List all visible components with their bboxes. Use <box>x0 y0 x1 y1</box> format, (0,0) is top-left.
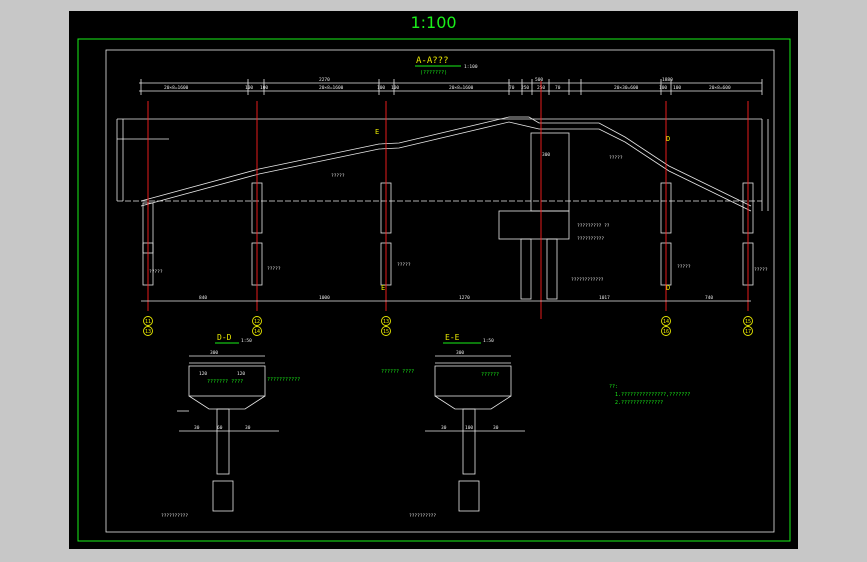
callout-5: ????????? ?? <box>577 223 610 229</box>
callout-7: ???????????? <box>571 277 604 283</box>
axis-label-top-0: 11 <box>145 319 151 325</box>
callout-6: ?????????? <box>577 236 604 242</box>
section-mark-d-top: D <box>666 135 670 143</box>
dd-callout-2: ?????????? <box>161 513 188 519</box>
dd-dim-3: 30 <box>194 425 200 431</box>
sub-dim-12: 100 <box>659 85 667 91</box>
callout-3: ????? <box>397 262 411 268</box>
dd-callout-1: ??????????? <box>267 377 300 383</box>
bottom-dim-0: 840 <box>199 295 207 301</box>
section-dd-drawing: 300 120 120 30 60 30 ??????? ???? ??????… <box>161 350 300 519</box>
roof-top-line <box>140 116 752 207</box>
axis-label-bot-0: 13 <box>145 329 151 335</box>
ee-dim-2: 100 <box>465 425 473 431</box>
sub-dim-3: 20×8=1600 <box>319 85 344 91</box>
dd-dim-0: 300 <box>210 350 218 356</box>
ee-callout-0: ?????? ???? <box>381 369 414 375</box>
callout-8: ????? <box>754 267 768 273</box>
section-aa-title: A-A??? <box>416 56 449 66</box>
central-pier <box>530 132 570 212</box>
section-dd-title: D-D <box>217 333 232 342</box>
bottom-dim-3: 1017 <box>599 295 610 301</box>
notes-line1: 1.???????????????,??????? <box>615 392 690 398</box>
dd-dim-1: 120 <box>199 371 207 377</box>
bottom-dimension-group: 840 1000 1270 1017 740 <box>199 295 713 301</box>
ee-callout-1: ?????? <box>481 372 499 378</box>
dd-dim-4: 60 <box>217 425 223 431</box>
section-mark-d-bot: D <box>666 284 670 292</box>
dd-dim-2: 120 <box>237 371 245 377</box>
dd-dim-5: 30 <box>245 425 251 431</box>
section-aa-subtitle: (???????) <box>420 70 447 76</box>
dim-top-2: 1880 <box>662 77 673 83</box>
sub-dim-14: 20×8=600 <box>709 85 731 91</box>
dd-callout-0: ??????? ???? <box>207 379 243 385</box>
axis-label-top-4: 15 <box>745 319 751 325</box>
sub-dim-6: 20×8=1600 <box>449 85 474 91</box>
axis-label-top-3: 14 <box>663 319 669 325</box>
axis-label-bot-1: 14 <box>254 329 260 335</box>
callout-2: ????? <box>267 266 281 272</box>
sub-dim-11: 20×30=600 <box>614 85 639 91</box>
sub-dimension-group: 20×8=1600 100 100 20×8=1600 100 100 20×8=1600 7… <box>164 85 731 91</box>
sub-dim-13: 100 <box>673 85 681 91</box>
ee-dim-1: 30 <box>441 425 447 431</box>
axis-label-top-1: 12 <box>254 319 260 325</box>
bottom-dim-2: 1270 <box>459 295 470 301</box>
section-ee-drawing: 300 30 100 30 ?????? ???? ?????? ???????… <box>381 350 525 519</box>
outer-frame <box>77 38 791 542</box>
notes-heading: ??: <box>609 384 618 390</box>
dim-top-0: 2270 <box>319 77 330 83</box>
sub-dim-7: 70 <box>509 85 515 91</box>
section-mark-e-top: E <box>375 128 379 136</box>
sub-dim-1: 100 <box>245 85 253 91</box>
axis-label-top-2: 13 <box>383 319 389 325</box>
notes-line2: 2.?????????????? <box>615 400 663 406</box>
sub-dim-0: 20×8=1600 <box>164 85 189 91</box>
callout-9: ????? <box>149 269 163 275</box>
bottom-dim-1: 1000 <box>319 295 330 301</box>
section-dd-scale: 1:50 <box>241 338 252 344</box>
axis-label-bot-2: 15 <box>383 329 389 335</box>
cad-viewport[interactable]: 1:100 A-A??? (???????) 1:100 2270 500 18… <box>69 11 798 549</box>
drawing-canvas: A-A??? (???????) 1:100 2270 500 1880 20×… <box>77 38 791 542</box>
inner-frame <box>105 49 775 533</box>
sub-dim-10: 70 <box>555 85 561 91</box>
callout-0: ????? <box>331 173 345 179</box>
bottom-dim-4: 740 <box>705 295 713 301</box>
dim-top-1: 500 <box>535 77 543 83</box>
roof-bottom-line <box>140 121 752 212</box>
callout-1: ????? <box>609 155 623 161</box>
callout-4: ????? <box>677 264 691 270</box>
section-ee-title: E-E <box>445 333 460 342</box>
sub-dim-4: 100 <box>377 85 385 91</box>
sub-dim-5: 100 <box>391 85 399 91</box>
pier-dim: 300 <box>542 152 550 158</box>
ee-callout-2: ?????????? <box>409 513 436 519</box>
section-mark-e-bot: E <box>381 284 385 292</box>
section-aa-scale: 1:100 <box>464 64 478 70</box>
ee-dim-0: 300 <box>456 350 464 356</box>
column-group <box>142 182 754 286</box>
pile-cap <box>498 210 570 240</box>
section-ee-scale: 1:50 <box>483 338 494 344</box>
axis-label-bot-3: 16 <box>663 329 669 335</box>
ee-dim-3: 30 <box>493 425 499 431</box>
axis-label-bot-4: 17 <box>745 329 751 335</box>
